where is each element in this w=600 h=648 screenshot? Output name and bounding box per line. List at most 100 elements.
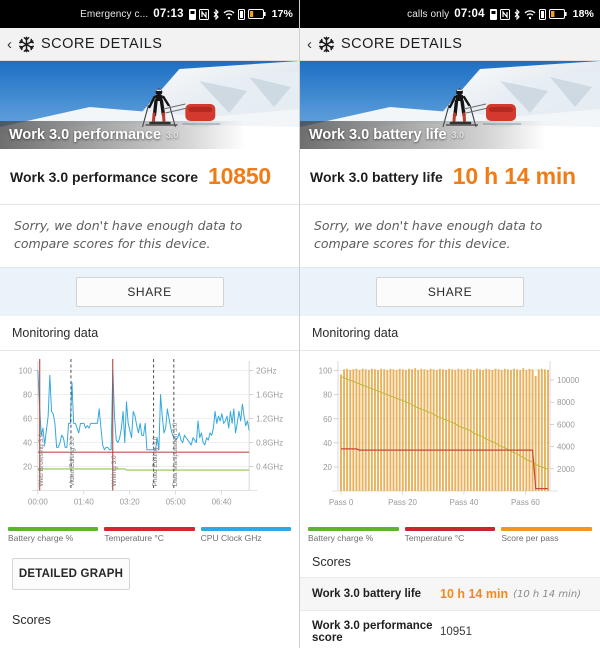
score-label: Work 3.0 battery life	[310, 168, 443, 185]
legend-item: Battery charge %	[8, 526, 99, 543]
legend-swatch-cpu	[200, 526, 291, 531]
monitoring-chart-battery: 20 40 60 80 100 2000 4000 6000 8000 10000 Pass 0 Pa…	[300, 351, 600, 523]
legend-swatch-battery	[308, 527, 399, 532]
panel-battery: calls only 07:04 18% ‹ SCORE DETAILS Wor…	[300, 0, 600, 648]
svg-text:03:20: 03:20	[120, 498, 141, 507]
legend-item: Temperature °C	[104, 526, 195, 543]
monitoring-chart-performance: 20 40 60 80 100 0.4GHz 0.8GHz 1.2GHz 1.6GHz 2GHz 0…	[0, 351, 299, 522]
page-title: SCORE DETAILS	[41, 36, 163, 52]
svg-text:10000: 10000	[557, 376, 580, 385]
snowflake-icon	[19, 36, 34, 52]
svg-text:Pass 20: Pass 20	[388, 498, 417, 507]
monitoring-data-header: Monitoring data	[300, 316, 600, 352]
chevron-left-icon[interactable]: ‹	[307, 37, 312, 52]
nfc-icon	[198, 8, 209, 20]
battery-icon	[548, 9, 567, 19]
svg-text:05:00: 05:00	[166, 498, 187, 507]
svg-text:40: 40	[23, 439, 32, 448]
bluetooth-icon	[213, 8, 219, 20]
svg-text:Data Manipulation 3.0: Data Manipulation 3.0	[172, 423, 179, 487]
legend-swatch-battery	[8, 526, 99, 531]
monitoring-data-header: Monitoring data	[0, 316, 299, 352]
table-row[interactable]: Work 3.0 performance score 10951	[300, 610, 600, 648]
legend-swatch-score	[501, 527, 593, 532]
score-row-subvalue: (10 h 14 min)	[513, 588, 582, 600]
legend-item: CPU Clock GHz	[200, 526, 291, 543]
detailed-graph-section: DETAILED GRAPH	[0, 546, 299, 604]
detailed-graph-button[interactable]: DETAILED GRAPH	[12, 557, 130, 590]
score-value: 10 h 14 min	[452, 163, 576, 189]
hero-caption-bar: Work 3.0 performance 3.0	[0, 121, 299, 149]
score-label: Work 3.0 performance score	[10, 168, 199, 185]
svg-text:Photo Editing 3.0: Photo Editing 3.0	[152, 436, 159, 486]
legend-swatch-temperature	[104, 526, 195, 531]
share-button[interactable]: SHARE	[75, 277, 224, 308]
score-row-name: Work 3.0 battery life	[312, 588, 422, 601]
no-comparison-note: Sorry, we don't have enough data to comp…	[314, 218, 543, 252]
legend-swatch-temperature	[404, 527, 496, 532]
svg-text:Web Browsing 3.0: Web Browsing 3.0	[38, 433, 45, 486]
svg-text:20: 20	[23, 463, 32, 472]
battery-percent: 18%	[572, 8, 594, 20]
score-summary-row: Work 3.0 performance score 10850	[0, 149, 299, 205]
svg-text:Video Editing 3.0: Video Editing 3.0	[69, 437, 76, 487]
hero-image-performance: Work 3.0 performance 3.0	[0, 61, 299, 149]
battery-percent: 17%	[271, 8, 293, 20]
sim-icon	[489, 8, 497, 20]
hero-version: 3.0	[451, 130, 465, 140]
svg-text:80: 80	[323, 391, 332, 400]
svg-text:Pass 60: Pass 60	[511, 498, 540, 507]
table-row[interactable]: Work 3.0 battery life 10 h 14 min (10 h …	[300, 577, 600, 611]
score-row-value: 10951	[440, 626, 472, 639]
svg-text:2GHz: 2GHz	[256, 367, 276, 376]
svg-text:0.8GHz: 0.8GHz	[256, 439, 283, 448]
svg-text:100: 100	[319, 367, 333, 376]
svg-text:80: 80	[23, 391, 32, 400]
svg-text:6000: 6000	[557, 421, 575, 430]
carrier-text: Emergency c...	[80, 8, 149, 20]
wifi-icon	[223, 9, 235, 19]
score-row-value: 10 h 14 min	[440, 587, 509, 602]
svg-text:1.2GHz: 1.2GHz	[256, 415, 283, 424]
chart-legend-battery: Battery charge % Temperature °C Score pe…	[300, 523, 600, 546]
svg-text:100: 100	[19, 367, 33, 376]
battery-icon	[247, 9, 266, 19]
signal-icon	[538, 8, 546, 20]
status-bar-right: calls only 07:04 18%	[300, 0, 600, 28]
svg-text:06:40: 06:40	[212, 498, 233, 507]
status-clock: 07:04	[454, 8, 485, 20]
legend-item: Score per pass	[501, 527, 593, 543]
svg-text:0.4GHz: 0.4GHz	[256, 463, 283, 472]
svg-text:Writing 3.0: Writing 3.0	[111, 455, 118, 487]
score-summary-row: Work 3.0 battery life 10 h 14 min	[300, 149, 600, 205]
status-icons	[489, 8, 567, 20]
share-button[interactable]: SHARE	[376, 277, 524, 308]
hero-title: Work 3.0 battery life	[309, 127, 447, 143]
svg-text:60: 60	[23, 415, 32, 424]
hero-image-battery: Work 3.0 battery life 3.0	[300, 61, 600, 149]
svg-text:2000: 2000	[557, 465, 575, 474]
performance-line-chart: 20 40 60 80 100 0.4GHz 0.8GHz 1.2GHz 1.6GHz 2GHz 0…	[19, 359, 283, 507]
score-row-name: Work 3.0 performance score	[312, 620, 433, 645]
status-clock: 07:13	[153, 8, 184, 20]
svg-text:4000: 4000	[557, 443, 575, 452]
hero-title: Work 3.0 performance	[9, 127, 162, 143]
svg-text:Pass 0: Pass 0	[329, 498, 354, 507]
signal-icon	[237, 8, 245, 20]
legend-label: Temperature °C	[404, 533, 465, 544]
legend-label: CPU Clock GHz	[200, 532, 262, 543]
legend-label: Battery charge %	[8, 532, 74, 543]
legend-label: Temperature °C	[104, 532, 164, 543]
sim-icon	[188, 8, 196, 20]
snowflake-icon	[319, 36, 334, 52]
share-section: SHARE	[0, 267, 299, 317]
battery-bar-chart: 20 40 60 80 100 2000 4000 6000 8000 10000 Pass 0 Pa…	[319, 361, 580, 507]
legend-item: Battery charge %	[308, 527, 399, 543]
svg-text:01:40: 01:40	[74, 498, 95, 507]
legend-label: Battery charge %	[308, 533, 374, 544]
app-bar-left: ‹ SCORE DETAILS	[0, 28, 299, 61]
app-bar-right: ‹ SCORE DETAILS	[300, 28, 600, 61]
svg-text:1.6GHz: 1.6GHz	[256, 391, 283, 400]
no-comparison-note: Sorry, we don't have enough data to comp…	[14, 218, 243, 252]
chevron-left-icon[interactable]: ‹	[7, 37, 12, 52]
